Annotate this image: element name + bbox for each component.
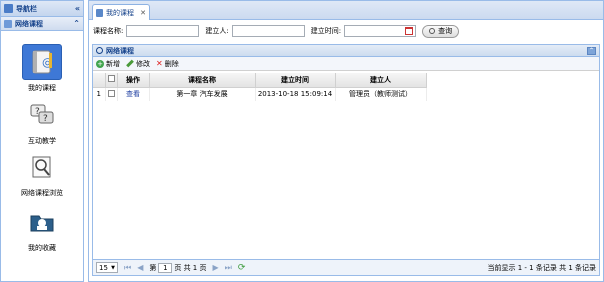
main-area: 我的课程 ✕ 课程名称: 建立人: 建立时间: 查询 网络课程 ⌃ + 新增 修… (88, 0, 604, 282)
panel-collapse-icon[interactable]: ⌃ (587, 46, 596, 55)
search-bar: 课程名称: 建立人: 建立时间: 查询 (93, 23, 599, 39)
nav-sidebar: 导航栏 « 网络课程 ⌃ @ 我的课程 ?? 互动教学 网络课程浏览 我的收藏 (0, 0, 84, 282)
accordion-toggle-icon[interactable]: ⌃ (73, 19, 80, 28)
search-icon (429, 28, 436, 34)
course-name-cell: 第一章 汽车发展 (149, 87, 256, 101)
page-size-select[interactable]: 15 ▼ (96, 262, 118, 273)
page-prefix: 第 (149, 263, 157, 272)
prev-page-icon[interactable]: ◀ (137, 263, 143, 272)
sidebar-item-label: 我的收藏 (28, 244, 56, 252)
page-number-input[interactable]: 1 (158, 262, 173, 273)
nav-section-title: 网络课程 (15, 19, 43, 28)
section-icon (4, 19, 12, 28)
course-name-input[interactable] (126, 25, 200, 37)
query-label: 查询 (438, 27, 453, 35)
creator-cell: 管理员（教师测试） (335, 87, 427, 101)
add-label: 新增 (106, 59, 120, 68)
first-page-icon[interactable]: ⏮ (124, 263, 131, 273)
magnifier-book-icon (22, 149, 62, 185)
delete-icon: ✕ (156, 59, 163, 68)
calendar-icon[interactable] (405, 27, 414, 35)
view-link[interactable]: 查看 (117, 87, 150, 101)
svg-text:?: ? (43, 114, 48, 124)
creator-label: 建立人: (205, 27, 229, 35)
create-time-label: 建立时间: (310, 27, 342, 35)
close-icon[interactable]: ✕ (140, 9, 146, 17)
add-button[interactable]: + 新增 (96, 59, 120, 69)
delete-label: 删除 (164, 59, 179, 68)
row-number-header (93, 73, 106, 88)
sidebar-item-interactive[interactable]: ?? 互动教学 (1, 97, 83, 146)
nav-header: 导航栏 « (1, 1, 83, 17)
select-all-header (105, 73, 118, 88)
collapse-icon[interactable]: « (75, 4, 80, 13)
course-panel: 网络课程 ⌃ + 新增 修改 ✕ 删除 操作 课程名称 建立时间 建立人 1 查… (92, 44, 600, 276)
refresh-icon[interactable]: ⟳ (238, 263, 246, 273)
tab-my-courses[interactable]: 我的课程 ✕ (92, 4, 150, 20)
pagination-info: 当前显示 1 - 1 条记录 共 1 条记录 (487, 263, 596, 272)
folder-icon (22, 204, 62, 240)
panel-title: 网络课程 (106, 46, 134, 55)
sidebar-item-favorites[interactable]: 我的收藏 (1, 204, 83, 253)
row-checkbox[interactable] (107, 89, 115, 97)
creator-input[interactable] (231, 25, 305, 37)
plus-icon: + (96, 59, 104, 68)
next-page-icon[interactable]: ▶ (213, 263, 219, 272)
sidebar-item-label: 互动教学 (28, 137, 56, 145)
sidebar-item-browse[interactable]: 网络课程浏览 (1, 149, 83, 198)
column-create-time[interactable]: 建立时间 (255, 73, 336, 88)
chat-bubbles-icon: ?? (22, 97, 62, 133)
sidebar-item-my-courses[interactable]: @ 我的课程 (1, 44, 83, 93)
row-number: 1 (93, 87, 106, 101)
query-button[interactable]: 查询 (422, 24, 460, 38)
column-action[interactable]: 操作 (117, 73, 150, 88)
edit-label: 修改 (136, 59, 150, 68)
edit-button[interactable]: 修改 (126, 59, 150, 69)
create-time-input[interactable] (344, 25, 417, 37)
course-name-label: 课程名称: (93, 27, 124, 35)
delete-button[interactable]: ✕ 删除 (156, 59, 179, 69)
column-course-name[interactable]: 课程名称 (149, 73, 256, 88)
pagination-bar: 15 ▼ ⏮ ◀ 第 1 页 共 1 页 ▶ ⏭ ⟳ 当前显示 1 - 1 条记… (93, 259, 599, 275)
sidebar-item-label: 网络课程浏览 (21, 189, 63, 197)
nav-accordion-header[interactable]: 网络课程 ⌃ (1, 17, 83, 31)
nav-title: 导航栏 (16, 4, 37, 13)
select-all-checkbox[interactable] (107, 75, 115, 83)
panel-icon (96, 47, 103, 54)
table-row[interactable]: 1 查看 第一章 汽车发展 2013-10-18 15:09:14 管理员（教师… (93, 87, 427, 101)
panel-toolbar: + 新增 修改 ✕ 删除 (93, 57, 599, 71)
tab-bar: 我的课程 ✕ (89, 1, 603, 20)
create-time-cell: 2013-10-18 15:09:14 (255, 87, 336, 101)
row-select (105, 87, 118, 101)
tab-page-icon (96, 8, 103, 17)
last-page-icon[interactable]: ⏭ (225, 263, 232, 273)
course-table: 操作 课程名称 建立时间 建立人 1 查看 第一章 汽车发展 2013-10-1… (93, 73, 427, 101)
page-size-value: 15 (99, 263, 108, 272)
column-creator[interactable]: 建立人 (335, 73, 427, 88)
table-header-row: 操作 课程名称 建立时间 建立人 (93, 73, 427, 88)
panel-header: 网络课程 ⌃ (93, 45, 599, 57)
nav-icon (4, 4, 13, 13)
chevron-down-icon: ▼ (111, 264, 115, 271)
tab-label: 我的课程 (106, 8, 134, 17)
notebook-icon: @ (22, 44, 62, 80)
page-suffix: 页 共 1 页 (174, 263, 207, 272)
pencil-icon (126, 59, 134, 68)
sidebar-item-label: 我的课程 (28, 84, 56, 92)
